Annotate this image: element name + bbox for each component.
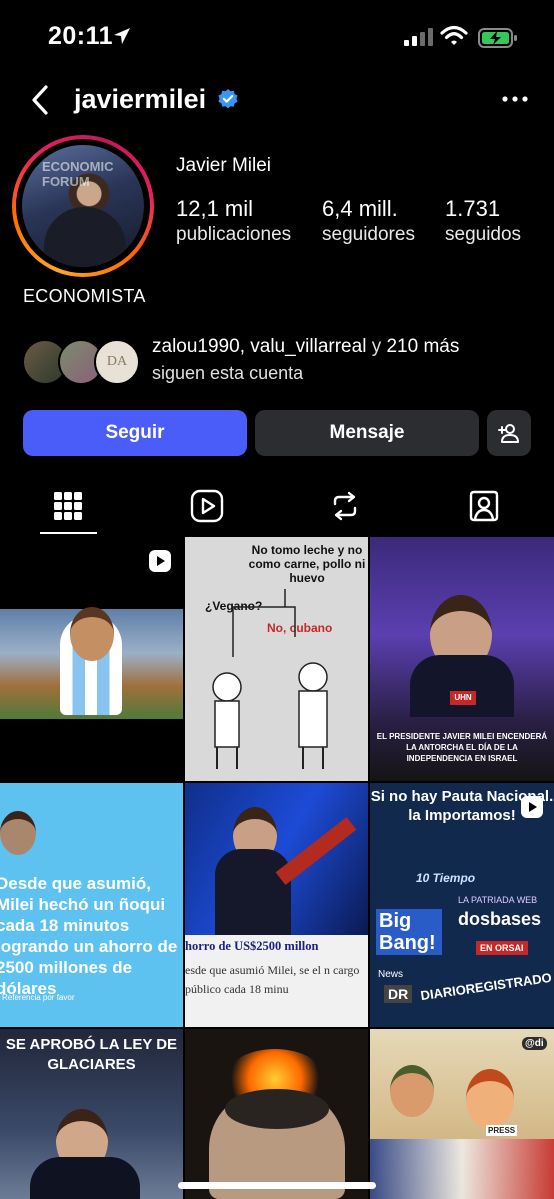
post-thumbnail[interactable]: Si no hay Pauta Nacional. la Importamos!… xyxy=(370,783,554,1027)
stat-posts[interactable]: 12,1 mil publicaciones xyxy=(176,196,291,246)
logo-text: News xyxy=(378,969,404,980)
back-arrow-icon[interactable] xyxy=(26,82,56,118)
post-thumbnail[interactable]: horro de US$2500 millon esde que asumió … xyxy=(185,783,368,1027)
avatar-background-text: ECONOMIC FORUM xyxy=(42,159,114,189)
status-bar: 20:11 xyxy=(0,0,554,72)
profile-avatar-story-ring[interactable]: ECONOMIC FORUM xyxy=(12,135,154,277)
followed-by-line1: zalou1990, valu_villarreal y 210 más xyxy=(152,336,459,358)
logo-text: Big Bang! xyxy=(376,909,442,955)
followed-by-names: zalou1990, valu_villarreal xyxy=(152,336,367,357)
active-tab-indicator xyxy=(40,532,97,534)
follow-button[interactable]: Seguir xyxy=(23,410,247,456)
follower-avatar-initials: DA xyxy=(106,354,128,369)
grid-icon xyxy=(54,492,82,520)
verified-badge-icon xyxy=(218,89,238,109)
followed-by-connector: y xyxy=(366,336,387,357)
logo-text: 10 Tiempo xyxy=(416,871,476,885)
post-thumbnail[interactable] xyxy=(0,537,183,781)
post-thumbnail[interactable]: No tomo leche y no como carne, pollo ni … xyxy=(185,537,368,781)
tagged-person-icon xyxy=(469,490,499,522)
post-caption: SE APROBÓ LA LEY DE GLACIARES xyxy=(5,1036,178,1073)
more-options-icon[interactable] xyxy=(500,84,530,114)
stat-following[interactable]: 1.731 seguidos xyxy=(445,196,521,246)
stat-followers-value: 6,4 mill. xyxy=(322,196,398,221)
stat-followers[interactable]: 6,4 mill. seguidores xyxy=(322,196,415,246)
logo-text: dosbases xyxy=(458,909,542,929)
home-indicator xyxy=(178,1182,376,1189)
tab-tagged[interactable] xyxy=(464,486,504,526)
cellular-signal-icon xyxy=(404,28,433,46)
battery-charging-icon xyxy=(478,28,517,48)
reel-badge-icon xyxy=(149,550,171,572)
post-thumbnail[interactable]: UHN EL PRESIDENTE JAVIER MILEI ENCENDERÁ… xyxy=(370,537,554,781)
stat-followers-label: seguidores xyxy=(322,224,415,245)
follower-avatar: DA xyxy=(94,339,140,385)
post-thumbnail[interactable]: @di PRESS xyxy=(370,1029,554,1199)
followed-by-more: 210 más xyxy=(386,336,460,357)
suggested-accounts-button[interactable] xyxy=(487,410,531,456)
tab-grid[interactable] xyxy=(48,486,88,526)
post-thumbnail[interactable]: SE APROBÓ LA LEY DE GLACIARES xyxy=(0,1029,183,1199)
profile-full-name: Javier Milei xyxy=(176,155,272,176)
stat-posts-value: 12,1 mil xyxy=(176,196,254,221)
stat-following-label: seguidos xyxy=(445,224,522,245)
logo-text: LA PATRIADA WEB xyxy=(458,895,538,905)
repost-icon xyxy=(333,491,357,521)
post-caption: EL PRESIDENTE JAVIER MILEI ENCENDERÁ LA … xyxy=(376,732,548,763)
followed-by-line2: siguen esta cuenta xyxy=(152,363,304,383)
tab-reels[interactable] xyxy=(187,486,227,526)
post-footer: Referencia por favor xyxy=(2,993,75,1002)
post-thumbnail[interactable] xyxy=(185,1029,368,1199)
stat-posts-label: publicaciones xyxy=(176,224,292,245)
profile-tabs xyxy=(0,478,554,536)
news-badge: UHN xyxy=(450,691,476,705)
post-subtext: esde que asumió Milei, se el n cargo púb… xyxy=(185,963,360,996)
add-person-icon xyxy=(498,424,519,443)
followed-by-section[interactable]: DA zalou1990, valu_villarreal y 210 más … xyxy=(22,336,542,388)
reels-play-icon xyxy=(190,489,224,523)
tab-reposts[interactable] xyxy=(325,486,365,526)
profile-header: javiermilei xyxy=(0,72,554,128)
press-label: PRESS xyxy=(486,1125,518,1136)
post-caption: Desde que asumió, Milei hechó un ñoqui c… xyxy=(0,874,178,998)
logo-text: EN ORSAI xyxy=(476,941,528,955)
location-arrow-icon xyxy=(114,28,130,44)
post-tag: @di xyxy=(522,1037,547,1050)
wifi-icon xyxy=(440,25,468,45)
profile-category: ECONOMISTA xyxy=(23,286,146,306)
reel-badge-icon xyxy=(521,796,543,818)
logo-text: DIARIOREGISTRADO xyxy=(419,969,553,1004)
profile-username: javiermilei xyxy=(74,84,207,114)
post-thumbnail[interactable]: Desde que asumió, Milei hechó un ñoqui c… xyxy=(0,783,183,1027)
profile-avatar: ECONOMIC FORUM xyxy=(22,145,144,267)
status-time: 20:11 xyxy=(48,22,114,50)
message-button[interactable]: Mensaje xyxy=(255,410,479,456)
post-headline: horro de US$2500 millon xyxy=(185,939,319,953)
logo-text: DR xyxy=(384,985,413,1003)
stat-following-value: 1.731 xyxy=(445,196,501,221)
